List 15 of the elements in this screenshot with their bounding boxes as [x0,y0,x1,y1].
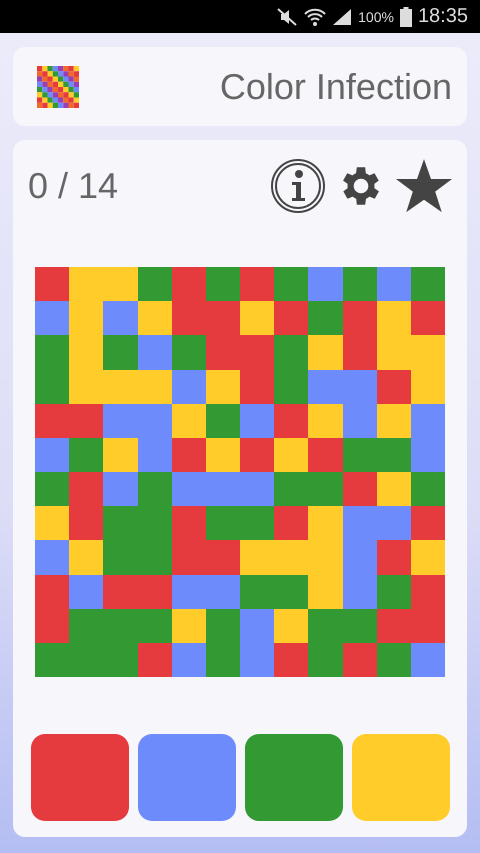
clock: 18:35 [418,5,468,28]
move-counter: 0 / 14 [28,165,118,207]
battery-icon [400,6,412,26]
wifi-icon [304,6,326,26]
color-button[interactable] [30,734,128,821]
info-icon[interactable] [270,158,326,214]
battery-percentage: 100% [358,8,394,24]
signal-icon [332,8,352,26]
color-button[interactable] [138,734,236,821]
star-icon[interactable] [396,159,452,213]
app-title: Color Infection [220,66,452,108]
mute-icon [276,8,298,26]
color-button[interactable] [352,734,450,821]
color-button[interactable] [244,734,342,821]
app-logo-icon [37,64,79,108]
